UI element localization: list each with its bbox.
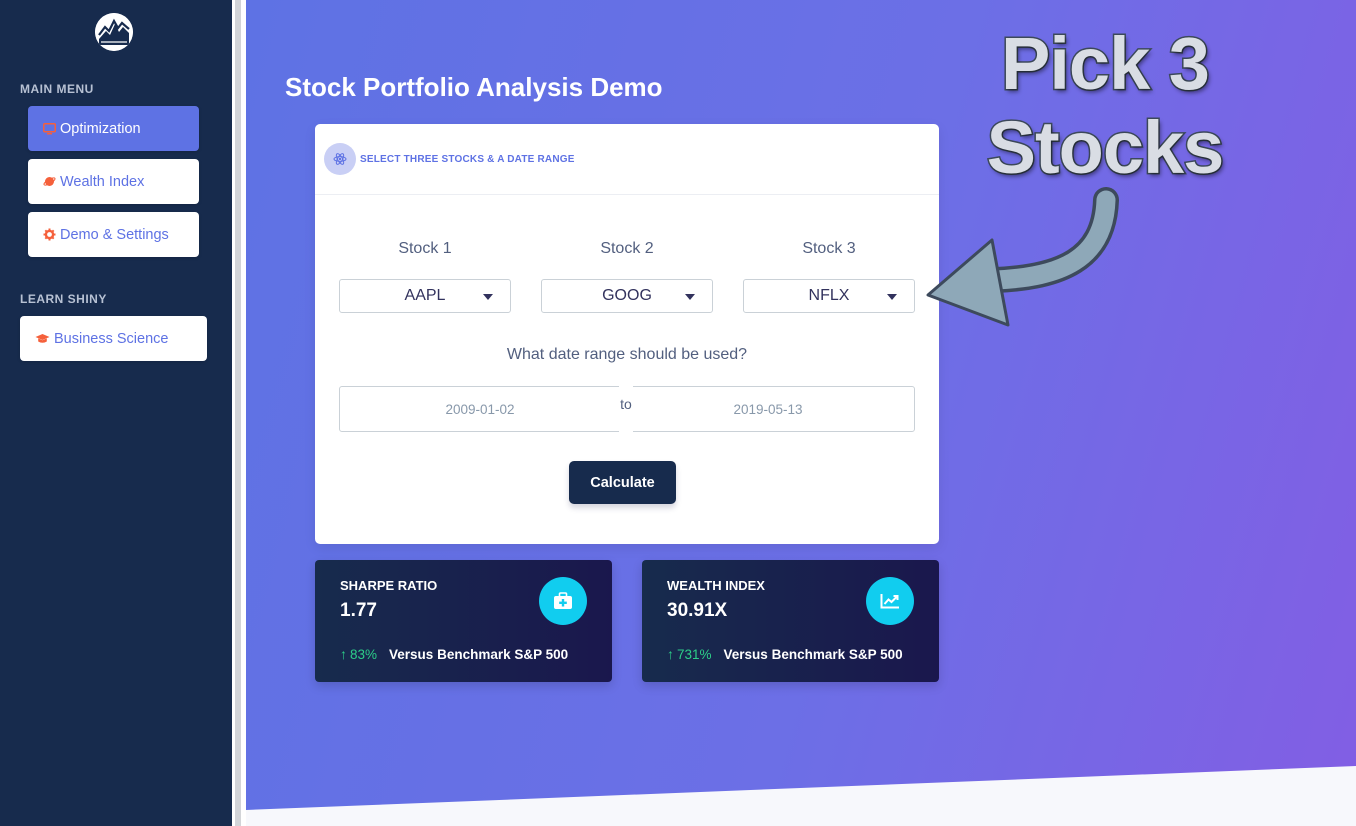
sidebar-item-business-science[interactable]: Business Science (20, 316, 207, 361)
sidebar-item-label: Business Science (54, 330, 169, 347)
stock-1-select[interactable]: AAPL (339, 279, 511, 313)
sidebar-item-optimization[interactable]: Optimization (28, 106, 199, 151)
sidebar-item-demo-settings[interactable]: Demo & Settings (28, 212, 199, 257)
stat-footer: ↑ 83% Versus Benchmark S&P 500 (340, 646, 568, 662)
gear-icon (42, 228, 56, 242)
card-header: SELECT THREE STOCKS & A DATE RANGE (315, 124, 939, 195)
caret-down-icon (685, 294, 695, 300)
annotation-line-2: Stocks (985, 105, 1226, 191)
stock-2-value: GOOG (602, 287, 652, 304)
chart-line-icon (866, 577, 914, 625)
annotation-line-1: Pick 3 (1000, 21, 1212, 107)
stat-value: 30.91X (667, 600, 728, 621)
stock-selector-card: SELECT THREE STOCKS & A DATE RANGE Stock… (315, 124, 939, 544)
main-menu-heading: MAIN MENU (20, 82, 94, 96)
stat-change: ↑ 731% (667, 646, 712, 662)
sidebar-item-label: Optimization (60, 120, 141, 137)
stat-change-value: 83% (350, 646, 378, 662)
stat-benchmark: Versus Benchmark S&P 500 (389, 646, 569, 662)
stock-chart-logo-icon (95, 13, 133, 51)
date-end-input[interactable]: 2019-05-13 (628, 402, 908, 417)
stat-footer: ↑ 731% Versus Benchmark S&P 500 (667, 646, 903, 662)
stat-change: ↑ 83% (340, 646, 377, 662)
medkit-icon (539, 577, 587, 625)
desktop-icon (42, 122, 56, 136)
calculate-button[interactable]: Calculate (569, 461, 676, 504)
sidebar-item-label: Demo & Settings (60, 226, 169, 243)
caret-down-icon (887, 294, 897, 300)
atom-icon (324, 143, 356, 175)
learn-shiny-heading: LEARN SHINY (20, 292, 107, 306)
sidebar-item-label: Wealth Index (60, 173, 145, 190)
stock-3-select[interactable]: NFLX (743, 279, 915, 313)
sharpe-ratio-card: SHARPE RATIO 1.77 ↑ 83% Versus Benchmark… (315, 560, 612, 682)
graduation-cap-icon (34, 332, 50, 346)
stock-3-label: Stock 3 (802, 240, 856, 257)
caret-down-icon (483, 294, 493, 300)
app-logo[interactable] (95, 13, 133, 51)
stat-benchmark: Versus Benchmark S&P 500 (723, 646, 903, 662)
wealth-index-card: WEALTH INDEX 30.91X ↑ 731% Versus Benchm… (642, 560, 939, 682)
page-title: Stock Portfolio Analysis Demo (285, 72, 663, 102)
sidebar: MAIN MENU Optimization Wealth Index Demo… (0, 0, 232, 826)
stock-1-label: Stock 1 (398, 240, 452, 257)
stock-2-label: Stock 2 (600, 240, 654, 257)
stat-value: 1.77 (340, 600, 377, 621)
card-header-title: SELECT THREE STOCKS & A DATE RANGE (360, 153, 575, 165)
date-range-label: What date range should be used? (506, 346, 748, 363)
sidebar-item-wealth-index[interactable]: Wealth Index (28, 159, 199, 204)
stock-2-select[interactable]: GOOG (541, 279, 713, 313)
annotation-text: Pick 3 Stocks (975, 21, 1235, 191)
stock-3-value: NFLX (808, 287, 850, 304)
date-range-input: 2009-01-02 to 2019-05-13 (339, 385, 915, 433)
stat-title: WEALTH INDEX (667, 578, 765, 593)
stock-1-value: AAPL (404, 287, 446, 304)
arrow-up-icon: ↑ (667, 646, 674, 662)
sidebar-resize-handle[interactable] (232, 0, 246, 826)
annotation-arrow-icon (926, 187, 1119, 327)
stat-change-value: 731% (677, 646, 712, 662)
planet-icon (42, 175, 56, 189)
stat-title: SHARPE RATIO (340, 578, 438, 593)
arrow-up-icon: ↑ (340, 646, 347, 662)
date-start-input[interactable]: 2009-01-02 (340, 402, 620, 417)
